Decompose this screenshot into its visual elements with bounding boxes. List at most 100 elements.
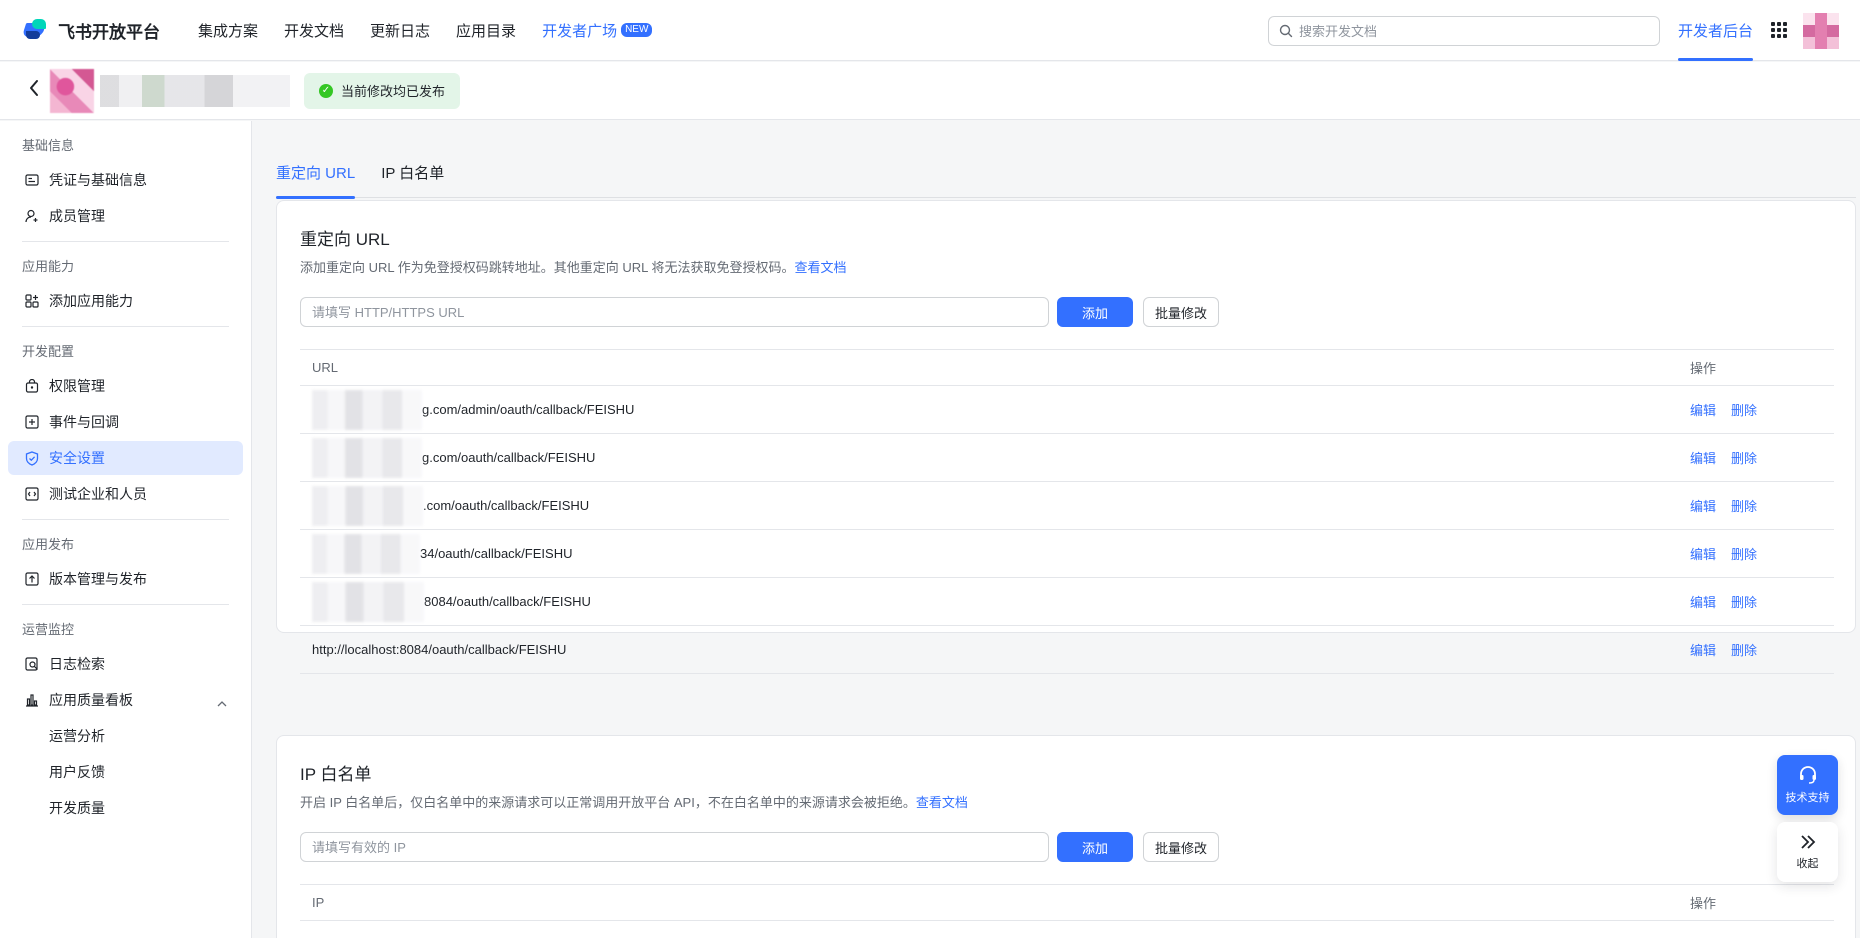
row-actions: 编辑 删除 <box>1690 400 1772 419</box>
sidebar-item-security[interactable]: 安全设置 <box>8 441 243 475</box>
sidebar-subitem-user-feedback[interactable]: 用户反馈 <box>8 755 243 789</box>
table-header: URL 操作 <box>300 349 1834 386</box>
sidebar-item-test-tenant[interactable]: 测试企业和人员 <box>8 477 243 511</box>
sidebar-item-label: 凭证与基础信息 <box>49 172 147 188</box>
logo[interactable]: 飞书开放平台 <box>21 18 160 43</box>
shield-icon <box>24 450 40 466</box>
edit-link[interactable]: 编辑 <box>1690 640 1716 659</box>
view-docs-link[interactable]: 查看文档 <box>795 260 847 275</box>
masked-text <box>312 533 420 574</box>
url-cell: 34/oauth/callback/FEISHU <box>300 533 573 574</box>
chevron-up-icon[interactable] <box>217 694 227 710</box>
table-row: 34/oauth/callback/FEISHU 编辑 删除 <box>300 530 1834 578</box>
delete-link[interactable]: 删除 <box>1731 496 1757 515</box>
nav-item-developer-square[interactable]: 开发者广场 NEW <box>542 20 653 41</box>
log-search-icon <box>24 656 40 672</box>
nav-item-app-directory[interactable]: 应用目录 <box>456 20 516 41</box>
batch-edit-ip-button[interactable]: 批量修改 <box>1143 832 1219 862</box>
view-docs-link[interactable]: 查看文档 <box>916 795 968 810</box>
table-row: http://localhost:8084/oauth/callback/FEI… <box>300 626 1834 674</box>
sidebar-item-versions[interactable]: 版本管理与发布 <box>8 562 243 596</box>
sidebar-item-label: 日志检索 <box>49 656 105 672</box>
sidebar-item-label: 添加应用能力 <box>49 293 133 309</box>
url-text: http://localhost:8084/oauth/callback/FEI… <box>312 642 567 657</box>
double-chevron-right-icon <box>1800 835 1815 849</box>
delete-link[interactable]: 删除 <box>1731 640 1757 659</box>
ip-input[interactable] <box>300 832 1049 862</box>
search-icon <box>1279 24 1293 38</box>
sidebar-item-permissions[interactable]: 权限管理 <box>8 369 243 403</box>
url-text: 34/oauth/callback/FEISHU <box>420 546 573 561</box>
table-row: g.com/oauth/callback/FEISHU 编辑 删除 <box>300 434 1834 482</box>
table-row: .com/oauth/callback/FEISHU 编辑 删除 <box>300 482 1834 530</box>
sidebar-item-label: 权限管理 <box>49 378 105 394</box>
tech-support-label: 技术支持 <box>1785 792 1830 804</box>
redirect-url-input[interactable] <box>300 297 1049 327</box>
edit-link[interactable]: 编辑 <box>1690 448 1716 467</box>
sidebar-item-label: 安全设置 <box>49 450 105 466</box>
add-url-button[interactable]: 添加 <box>1057 297 1133 327</box>
sidebar-item-quality-board[interactable]: 应用质量看板 <box>8 683 243 717</box>
edit-link[interactable]: 编辑 <box>1690 496 1716 515</box>
tab-redirect-url[interactable]: 重定向 URL <box>276 146 356 199</box>
lock-box-icon <box>24 378 40 394</box>
add-ip-button[interactable]: 添加 <box>1057 832 1133 862</box>
sidebar-item-label: 应用质量看板 <box>49 692 133 708</box>
app-name-masked <box>100 74 290 107</box>
edit-link[interactable]: 编辑 <box>1690 592 1716 611</box>
collapse-button[interactable]: 收起 <box>1777 822 1838 882</box>
sidebar-item-events[interactable]: 事件与回调 <box>8 405 243 439</box>
delete-link[interactable]: 删除 <box>1731 448 1757 467</box>
url-cell: 8084/oauth/callback/FEISHU <box>300 581 591 622</box>
edit-link[interactable]: 编辑 <box>1690 544 1716 563</box>
add-widget-icon <box>24 293 40 309</box>
nav-item-changelog[interactable]: 更新日志 <box>370 20 430 41</box>
sidebar-subitem-dev-quality[interactable]: 开发质量 <box>8 791 243 825</box>
nav-item-solutions[interactable]: 集成方案 <box>198 20 258 41</box>
sidebar-item-credentials[interactable]: 凭证与基础信息 <box>8 163 243 197</box>
search-box[interactable] <box>1268 16 1660 46</box>
masked-text <box>312 485 423 526</box>
main-content: 重定向 URL IP 白名单 重定向 URL 添加重定向 URL 作为免登授权码… <box>253 121 1860 938</box>
masked-text <box>312 389 422 430</box>
search-input[interactable] <box>1299 23 1639 39</box>
back-arrow-icon[interactable] <box>24 79 44 103</box>
sidebar-item-add-capability[interactable]: 添加应用能力 <box>8 284 243 318</box>
upload-box-icon <box>24 571 40 587</box>
app-grid-icon[interactable] <box>1771 22 1787 38</box>
batch-edit-button[interactable]: 批量修改 <box>1143 297 1219 327</box>
card-title: 重定向 URL <box>300 230 390 249</box>
column-header-url: URL <box>312 360 339 375</box>
credential-card-icon <box>24 172 40 188</box>
developer-backend-link[interactable]: 开发者后台 <box>1678 0 1754 61</box>
ip-table: IP 操作 <box>300 884 1834 921</box>
logo-text: 飞书开放平台 <box>58 22 160 42</box>
tech-support-button[interactable]: 技术支持 <box>1777 755 1838 815</box>
url-cell: g.com/admin/oauth/callback/FEISHU <box>300 389 634 430</box>
delete-link[interactable]: 删除 <box>1731 592 1757 611</box>
url-text: .com/oauth/callback/FEISHU <box>423 498 590 513</box>
sidebar-group-monitoring: 运营监控 <box>22 621 75 637</box>
nav-item-docs[interactable]: 开发文档 <box>284 20 344 41</box>
column-header-ip: IP <box>312 895 325 910</box>
sidebar-item-label: 事件与回调 <box>49 414 119 430</box>
headset-icon <box>1799 766 1816 784</box>
sidebar-item-log-search[interactable]: 日志检索 <box>8 647 243 681</box>
divider <box>22 519 229 520</box>
sidebar-group-dev-config: 开发配置 <box>22 343 75 359</box>
url-text: 8084/oauth/callback/FEISHU <box>424 594 591 609</box>
column-header-actions: 操作 <box>1690 896 1717 911</box>
delete-link[interactable]: 删除 <box>1731 544 1757 563</box>
card-title: IP 白名单 <box>300 765 372 784</box>
delete-link[interactable]: 删除 <box>1731 400 1757 419</box>
divider <box>22 241 229 242</box>
avatar[interactable] <box>1803 13 1839 49</box>
sidebar-subitem-ops-analysis[interactable]: 运营分析 <box>8 719 243 753</box>
sidebar-item-members[interactable]: 成员管理 <box>8 199 243 233</box>
redirect-url-card: 重定向 URL 添加重定向 URL 作为免登授权码跳转地址。其他重定向 URL … <box>276 200 1856 674</box>
tab-ip-whitelist[interactable]: IP 白名单 <box>381 146 444 198</box>
row-actions: 编辑 删除 <box>1690 640 1772 659</box>
edit-link[interactable]: 编辑 <box>1690 400 1716 419</box>
url-cell: .com/oauth/callback/FEISHU <box>300 485 590 526</box>
row-actions: 编辑 删除 <box>1690 496 1772 515</box>
